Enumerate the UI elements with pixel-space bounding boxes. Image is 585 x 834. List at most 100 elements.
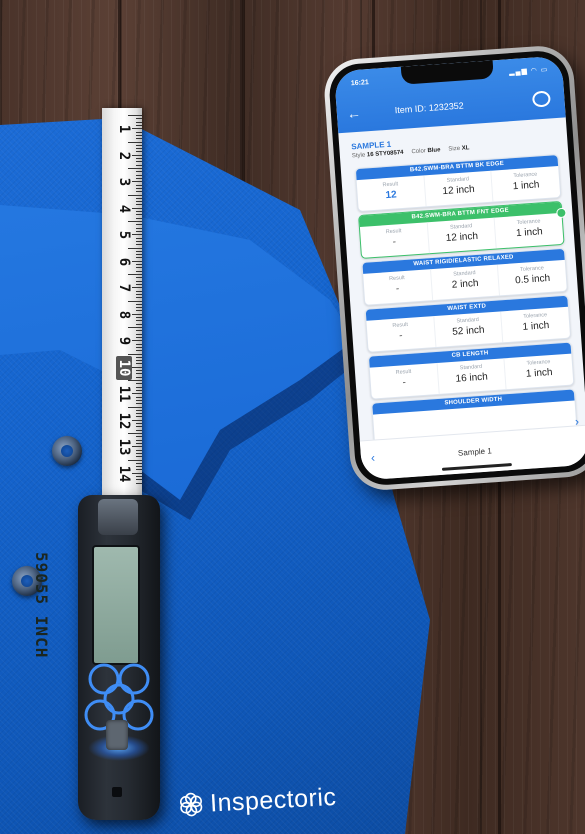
tape-tick: [136, 230, 142, 232]
tape-tick: [136, 462, 142, 464]
result-cell[interactable]: Result -: [360, 222, 429, 258]
result-value: -: [392, 236, 397, 248]
tape-tick: [136, 343, 142, 345]
standard-cell: Standard 12 inch: [423, 170, 493, 207]
tape-number: 7: [116, 283, 132, 293]
result-cell[interactable]: Result -: [370, 363, 439, 399]
tape-tick: [136, 317, 142, 319]
tape-measure: 1 2 3 4 5 6 7 8 9 10 11 12 13 14: [102, 108, 142, 508]
tape-tick: [136, 217, 142, 219]
tape-tick: [136, 336, 142, 338]
result-cell[interactable]: Result -: [363, 269, 432, 305]
tape-tick: [136, 283, 142, 285]
tape-tick: [128, 380, 142, 381]
tape-tick: [136, 164, 142, 166]
standard-value: 12 inch: [442, 183, 476, 198]
tape-number: 9: [116, 336, 132, 346]
tape-tick: [136, 383, 142, 385]
tape-tick: [136, 211, 142, 213]
status-icons: ▂▄▆ ◠ ▭: [508, 66, 549, 77]
brand-name: Inspectoric: [209, 782, 338, 818]
tolerance-cell: Tolerance 1 inch: [500, 306, 571, 343]
tape-tick: [136, 323, 142, 325]
tape-tick: [136, 197, 142, 199]
tape-tick: [132, 340, 142, 342]
tape-tick: [136, 124, 142, 126]
tape-tick: [128, 327, 142, 328]
tape-tick: [132, 154, 142, 156]
tape-tick: [136, 476, 142, 478]
tape-tick: [136, 138, 142, 140]
tape-tick: [136, 360, 142, 362]
tape-tick: [136, 442, 142, 444]
digital-measuring-device: 59055 INCH: [32, 495, 160, 820]
tape-tick: [136, 373, 142, 375]
color-info: Color Blue: [411, 147, 441, 156]
standard-value: 12 inch: [445, 230, 479, 245]
tape-tick: [128, 300, 142, 302]
tape-tick: [136, 158, 142, 160]
tape-tick: [132, 446, 142, 448]
chevron-right-icon[interactable]: ›: [574, 414, 579, 428]
standard-cell: Standard 12 inch: [426, 217, 497, 254]
tolerance-value: 1 inch: [515, 226, 544, 240]
tape-tick: [136, 350, 142, 352]
device-lcd-screen: 59055 INCH: [32, 545, 140, 665]
device-tape-housing: [98, 499, 138, 535]
tape-tick: [136, 270, 142, 272]
tape-tick: [136, 403, 142, 405]
result-cell[interactable]: Result 12: [357, 175, 426, 211]
tape-tick: [136, 267, 142, 269]
standard-value: 52 inch: [451, 324, 485, 338]
tape-tick: [136, 121, 142, 123]
standard-cell: Standard 2 inch: [429, 264, 500, 301]
tape-tick: [136, 320, 142, 322]
tape-tick: [128, 433, 142, 434]
tape-tick: [128, 221, 142, 222]
tape-tick: [136, 237, 142, 239]
tape-tick: [136, 436, 142, 438]
status-time: 16:21: [350, 79, 369, 88]
tape-number: 14: [116, 465, 132, 482]
device-measure-button[interactable]: [106, 720, 128, 750]
tape-tick: [136, 416, 142, 418]
tape-tick: [136, 399, 142, 401]
tape-tick: [132, 393, 142, 395]
tape-tick: [136, 191, 142, 193]
tape-number: 2: [116, 151, 132, 160]
tape-tick: [136, 134, 142, 136]
tape-tick: [132, 181, 142, 183]
tape-tick: [136, 409, 142, 411]
settings-gauge-icon[interactable]: [531, 90, 551, 108]
tape-tick: [136, 148, 142, 150]
result-value: -: [395, 283, 400, 295]
tape-tick: [136, 214, 142, 216]
tape-tick: [136, 330, 142, 332]
tape-number: 10: [116, 355, 132, 380]
tape-tick: [128, 459, 142, 461]
home-indicator: [441, 463, 512, 471]
standard-value: 16 inch: [455, 371, 489, 385]
arrow-left-icon[interactable]: ←: [346, 105, 361, 122]
tape-tick: [136, 171, 142, 173]
tape-number: 3: [116, 177, 132, 187]
tape-tick: [136, 290, 142, 292]
tape-tick: [136, 356, 142, 358]
result-value: 12: [385, 189, 398, 202]
tape-number: 5: [116, 230, 132, 240]
tape-tick: [136, 277, 142, 279]
tape-tick: [136, 439, 142, 441]
tape-tick: [136, 161, 142, 163]
brand-flower-icon: [179, 792, 203, 817]
tolerance-value: 1 inch: [525, 366, 553, 380]
tape-tick: [136, 456, 142, 458]
tape-tick: [136, 177, 142, 179]
tape-tick: [136, 144, 142, 146]
tape-tick: [136, 482, 142, 484]
tape-tick: [128, 247, 142, 249]
active-check-icon: [556, 207, 567, 219]
tape-tick: [136, 310, 142, 312]
smartphone: 16:21 ▂▄▆ ◠ ▭ ← Item ID: 1232352 SAMPLE …: [322, 43, 585, 493]
result-value: -: [398, 330, 403, 342]
result-cell[interactable]: Result -: [366, 316, 435, 352]
